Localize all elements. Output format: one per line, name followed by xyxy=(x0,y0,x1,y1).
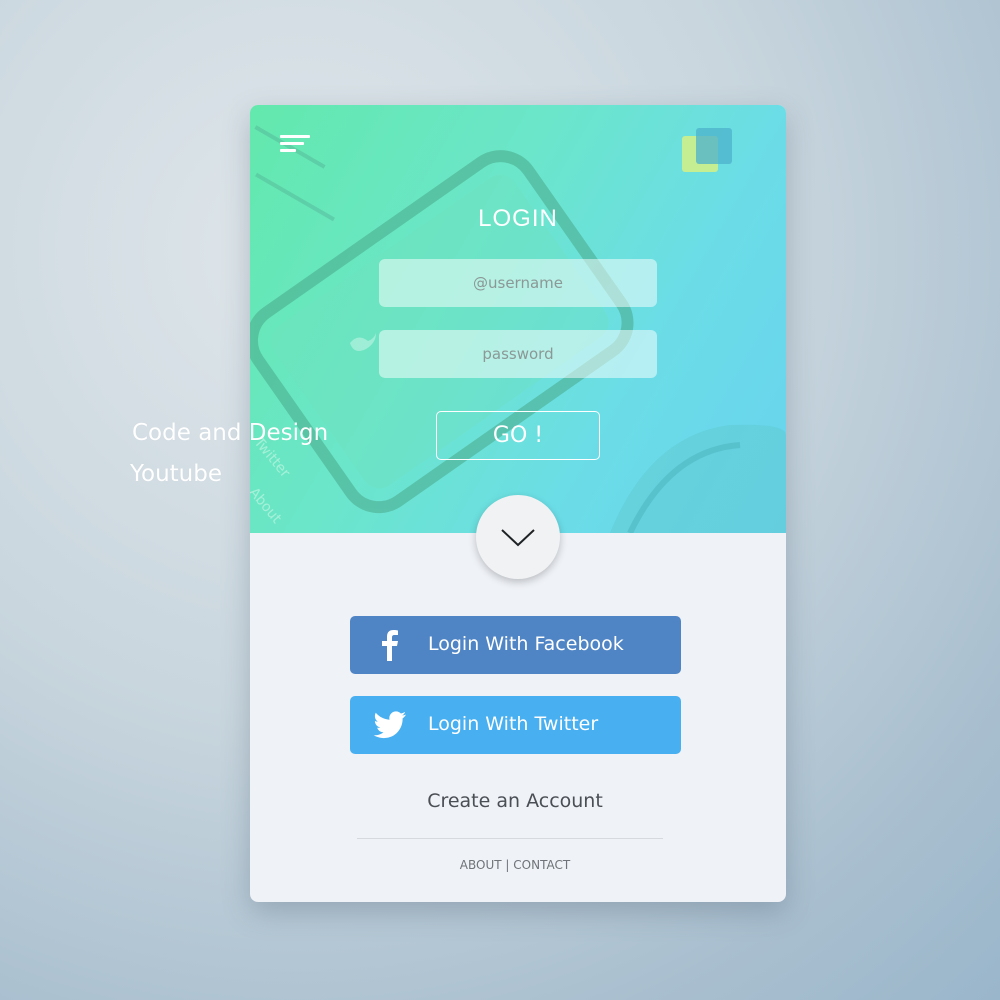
password-input[interactable] xyxy=(379,330,657,378)
facebook-login-label: Login With Facebook xyxy=(428,633,624,655)
login-title: LOGIN xyxy=(478,205,558,232)
username-input[interactable] xyxy=(379,259,657,307)
create-account-link[interactable]: Create an Account xyxy=(250,790,780,812)
footer-separator: | xyxy=(505,858,510,872)
overlay-text-youtube: Youtube xyxy=(130,461,222,487)
about-link[interactable]: ABOUT xyxy=(460,858,502,872)
facebook-login-button[interactable]: Login With Facebook xyxy=(350,616,681,674)
chevron-down-icon xyxy=(501,529,535,547)
go-button[interactable]: GO ! xyxy=(436,411,600,460)
divider xyxy=(357,838,663,839)
hero-header: Twitter About LOGIN GO ! xyxy=(250,105,786,533)
login-card: Twitter About LOGIN GO ! Login With Face… xyxy=(250,105,786,902)
contact-link[interactable]: CONTACT xyxy=(513,858,570,872)
twitter-bird-icon xyxy=(373,711,406,739)
footer-links: ABOUT | CONTACT xyxy=(250,858,780,872)
overlay-text-code-and-design: Code and Design xyxy=(132,420,329,446)
facebook-icon xyxy=(382,630,398,661)
expand-button[interactable] xyxy=(476,495,560,579)
logo xyxy=(682,128,734,174)
twitter-login-button[interactable]: Login With Twitter xyxy=(350,696,681,754)
twitter-login-label: Login With Twitter xyxy=(428,713,599,735)
phone-about-text: About xyxy=(250,485,285,527)
logo-square-teal xyxy=(696,128,732,164)
menu-icon[interactable] xyxy=(280,135,312,157)
